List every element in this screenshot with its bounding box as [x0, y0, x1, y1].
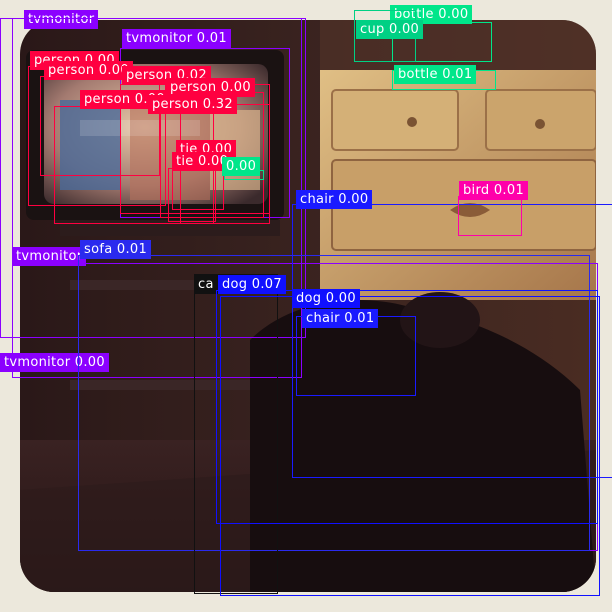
bbox-label-sofa: sofa 0.01 [80, 240, 152, 259]
bbox-label-cup: cup 0.00 [356, 20, 424, 39]
bbox-bird [458, 196, 522, 236]
bbox-dog [220, 296, 600, 596]
bbox-label-dog: dog 0.00 [292, 289, 360, 308]
bbox-label-person: person 0.00 [44, 61, 133, 80]
detection-canvas: tvmonitor tvmonitor 0.01 tvmonitor tvmonito… [0, 0, 612, 612]
bbox-label-dog: dog 0.07 [218, 275, 286, 294]
bbox-label-bottle: 0.00 [222, 157, 261, 176]
bbox-label-chair: chair 0.00 [296, 190, 373, 209]
bbox-label-bottle: bottle 0.01 [394, 65, 477, 84]
bbox-label-tvmonitor: tvmonitor [12, 247, 87, 266]
bbox-label-person: person 0.32 [148, 95, 237, 114]
bbox-tie [168, 168, 216, 222]
bbox-label-bird: bird 0.01 [459, 181, 529, 200]
bbox-label-cat: ca [194, 275, 218, 294]
